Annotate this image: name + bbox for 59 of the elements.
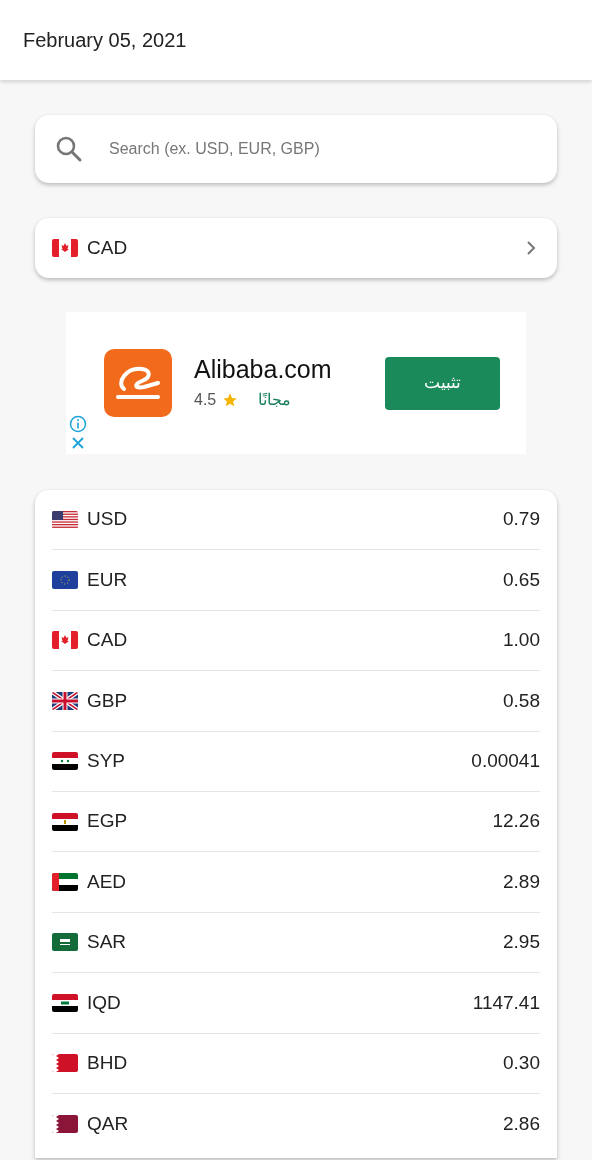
app-logo-icon bbox=[104, 349, 172, 417]
rate-value: 0.79 bbox=[503, 507, 540, 532]
currency-row[interactable]: CAD 1.00 bbox=[52, 610, 540, 672]
rate-value: 1.00 bbox=[503, 628, 540, 653]
chevron-right-icon bbox=[525, 239, 537, 257]
search-field[interactable]: Search (ex. USD, EUR, GBP) bbox=[35, 115, 557, 183]
price-text: مجانًا bbox=[258, 389, 292, 410]
info-icon[interactable] bbox=[69, 415, 87, 433]
currency-row[interactable]: EUR 0.65 bbox=[52, 550, 540, 611]
flag-icon bbox=[52, 752, 78, 771]
star-icon bbox=[222, 391, 239, 408]
rate-value: 0.58 bbox=[503, 688, 540, 713]
currency-code: EGP bbox=[87, 809, 128, 834]
currency-row[interactable]: QAR 2.86 bbox=[52, 1093, 540, 1155]
currency-code: CAD bbox=[87, 235, 128, 260]
currency-row[interactable]: SAR 2.95 bbox=[52, 912, 540, 974]
flag-icon bbox=[52, 993, 78, 1012]
rate-value: 0.30 bbox=[503, 1050, 540, 1075]
rate-value: 2.89 bbox=[503, 869, 540, 894]
currency-row[interactable]: IQD 1147.41 bbox=[52, 973, 540, 1034]
close-icon[interactable] bbox=[71, 436, 85, 450]
flag-icon bbox=[52, 239, 78, 257]
rate-value: 1147.41 bbox=[472, 990, 540, 1015]
install-button[interactable]: تثبيت bbox=[385, 356, 500, 410]
currency-code: GBP bbox=[87, 688, 128, 713]
rate-value: 2.95 bbox=[503, 930, 540, 955]
flag-icon bbox=[52, 873, 78, 892]
currency-code: AED bbox=[87, 869, 127, 894]
flag-icon bbox=[52, 812, 78, 831]
flag-icon bbox=[52, 1054, 78, 1073]
rate-value: 0.65 bbox=[503, 567, 540, 592]
currency-code: IQD bbox=[87, 990, 121, 1015]
currency-row[interactable]: SYP 0.00041 bbox=[52, 731, 540, 792]
currency-row[interactable]: AED 2.89 bbox=[52, 852, 540, 913]
currency-row[interactable]: EGP 12.26 bbox=[52, 791, 540, 853]
rate-value: 0.00041 bbox=[471, 749, 540, 773]
currency-row[interactable]: USD 0.79 bbox=[52, 490, 540, 551]
date-title: February 05, 2021 bbox=[23, 28, 187, 53]
flag-icon bbox=[52, 691, 78, 710]
currency-code: CAD bbox=[87, 628, 128, 653]
flag-icon bbox=[52, 510, 78, 529]
currency-code: EUR bbox=[87, 567, 128, 592]
currency-row[interactable]: BHD 0.30 bbox=[52, 1033, 540, 1094]
currency-code: SYP bbox=[87, 749, 126, 773]
flag-icon bbox=[52, 933, 78, 952]
currency-code: SAR bbox=[87, 930, 127, 955]
flag-icon bbox=[52, 571, 78, 590]
rating-text: 4.5 bbox=[194, 389, 217, 410]
currency-code: USD bbox=[87, 507, 128, 532]
rate-value: 12.26 bbox=[492, 809, 540, 834]
base-currency-selector[interactable]: CAD bbox=[35, 218, 557, 278]
flag-icon bbox=[52, 631, 78, 650]
rate-value: 2.86 bbox=[503, 1111, 540, 1136]
currency-row[interactable]: GBP 0.58 bbox=[52, 671, 540, 732]
currency-code: BHD bbox=[87, 1050, 128, 1075]
flag-icon bbox=[52, 1115, 78, 1134]
app-name: Alibaba.com bbox=[194, 354, 332, 386]
search-icon bbox=[55, 135, 83, 163]
currency-code: QAR bbox=[87, 1111, 129, 1136]
